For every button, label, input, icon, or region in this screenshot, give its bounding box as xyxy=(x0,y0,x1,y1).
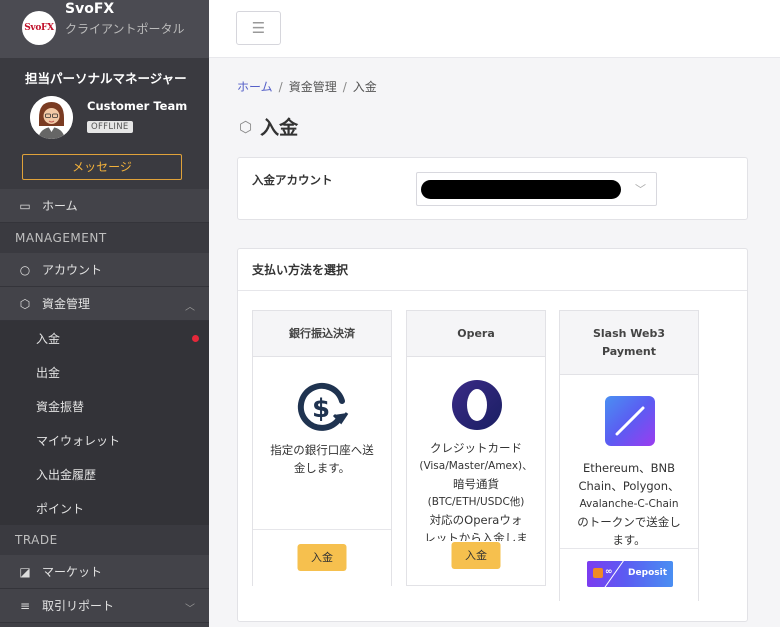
sidebar-subitem-points[interactable]: ポイント xyxy=(0,491,209,525)
desc-line: Chain、Polygon、 xyxy=(578,479,680,493)
sidebar-subitem-label: ポイント xyxy=(36,501,85,516)
report-icon: ≡ xyxy=(19,598,31,613)
sidebar-subitem-label: 出金 xyxy=(36,365,61,380)
desc-line: (BTC/ETH/USDC他) xyxy=(427,496,525,508)
method-footer: ∞ Deposit xyxy=(560,548,698,601)
method-footer: 入金 xyxy=(407,529,545,586)
monitor-icon: ▭ xyxy=(19,198,31,213)
method-card-bank[interactable]: 銀行振込決済 $ 指定の銀行口座へ送 金します。 入金 xyxy=(252,310,392,586)
redacted-account-value xyxy=(421,180,621,199)
account-label: 入金アカウント xyxy=(252,173,333,187)
refresh-icon: ○ xyxy=(19,262,31,277)
sidebar: SvoFX SvoFX クライアントポータル 担当パーソナルマネージャー Cus… xyxy=(0,0,209,627)
method-card-slash[interactable]: Slash Web3 Payment Ethereum、BNB Chain、Po… xyxy=(559,310,699,601)
payment-card: 支払い方法を選択 銀行振込決済 $ 指定の銀行口座へ送 金します。 入金 Ope… xyxy=(237,248,748,622)
hamburger-icon: ☰ xyxy=(251,19,266,37)
slash-deposit-button[interactable]: ∞ Deposit xyxy=(587,561,673,587)
active-indicator-dot xyxy=(192,335,199,342)
desc-line: 暗号通貨 xyxy=(453,477,499,491)
desc-line: Avalanche-C-Chain xyxy=(579,498,679,510)
payment-heading: 支払い方法を選択 xyxy=(238,249,747,291)
desc-line: ます。 xyxy=(612,533,646,547)
title-line: Slash Web3 xyxy=(592,326,666,340)
desc-line: のトークンで送金し xyxy=(577,515,681,529)
desc-line: Ethereum、BNB xyxy=(582,461,676,475)
brand-subtitle: クライアントポータル xyxy=(65,22,185,36)
svg-text:$: $ xyxy=(312,394,330,424)
breadcrumb: ホーム / 資金管理 / 入金 xyxy=(237,78,377,95)
menu-toggle-button[interactable]: ☰ xyxy=(236,11,281,45)
sidebar-item-home[interactable]: ▭ ホーム xyxy=(0,189,209,223)
method-title: 銀行振込決済 xyxy=(253,311,391,357)
sidebar-item-label: マーケット xyxy=(42,565,103,579)
sidebar-subitem-label: マイウォレット xyxy=(36,433,121,448)
method-title: Slash Web3 Payment xyxy=(560,311,698,375)
breadcrumb-home[interactable]: ホーム xyxy=(237,80,273,94)
message-button[interactable]: メッセージ xyxy=(22,154,182,180)
breadcrumb-separator: / xyxy=(278,80,283,94)
sidebar-item-label: ホーム xyxy=(42,199,78,213)
desc-line: 金します。 xyxy=(293,461,351,475)
sidebar-subitem-wallet[interactable]: マイウォレット xyxy=(0,423,209,457)
sidebar-subitem-withdraw[interactable]: 出金 xyxy=(0,355,209,389)
deposit-button[interactable]: 入金 xyxy=(297,544,347,571)
top-bar: ☰ xyxy=(209,0,780,58)
sidebar-subitem-label: 資金振替 xyxy=(36,399,85,414)
avatar xyxy=(30,96,73,139)
sidebar-subitem-transfer[interactable]: 資金振替 xyxy=(0,389,209,423)
slash-logo-icon xyxy=(560,375,698,446)
brand-header[interactable]: SvoFX SvoFX クライアントポータル xyxy=(0,0,209,58)
account-card: 入金アカウント ﹀ xyxy=(237,157,748,220)
sidebar-item-account[interactable]: ○ アカウント xyxy=(0,253,209,287)
sidebar-subitem-label: 入金 xyxy=(36,331,61,346)
deposit-label: Deposit xyxy=(628,568,667,578)
sidebar-item-label: 資金管理 xyxy=(42,297,91,311)
bank-dollar-icon: $ xyxy=(253,357,391,431)
cube-icon: ⬡ xyxy=(19,296,31,311)
method-description: クレジットカード (Visa/Master/Amex)、 暗号通貨 (BTC/E… xyxy=(407,439,545,541)
sidebar-subitem-deposit[interactable]: 入金 xyxy=(0,321,209,355)
brand-name: SvoFX xyxy=(65,1,115,17)
desc-line: クレジットカード xyxy=(430,441,522,455)
wallet-icon xyxy=(593,568,603,578)
opera-icon xyxy=(407,357,545,431)
method-card-opera[interactable]: Opera クレジットカード (Visa/Master/Amex)、 暗号通貨 … xyxy=(406,310,546,586)
manager-name: Customer Team xyxy=(87,99,188,113)
chevron-down-icon: ﹀ xyxy=(635,183,646,196)
sidebar-item-label: アカウント xyxy=(42,263,103,277)
cube-icon: ⬡ xyxy=(239,117,253,136)
method-description: Ethereum、BNB Chain、Polygon、 Avalanche-C-… xyxy=(560,459,698,549)
status-badge: OFFLINE xyxy=(87,121,133,133)
section-trade: TRADE xyxy=(0,525,209,555)
chevron-down-icon: ﹀ xyxy=(185,604,195,615)
sidebar-item-report[interactable]: ≡ 取引リポート ﹀ xyxy=(0,589,209,623)
breadcrumb-current: 入金 xyxy=(352,80,377,94)
brand-logo: SvoFX xyxy=(22,11,56,45)
account-select[interactable]: ﹀ xyxy=(416,172,657,206)
chevron-up-icon: ︿ xyxy=(185,302,195,313)
title-line: Payment xyxy=(601,344,657,358)
sidebar-item-label: 取引リポート xyxy=(42,599,115,613)
desc-line: 対応のOperaウォ xyxy=(429,513,523,527)
breadcrumb-funds[interactable]: 資金管理 xyxy=(289,80,337,94)
deposit-button[interactable]: 入金 xyxy=(451,542,501,569)
page-title-text: 入金 xyxy=(260,117,299,139)
method-description: 指定の銀行口座へ送 金します。 xyxy=(253,441,391,477)
section-management: MANAGEMENT xyxy=(0,223,209,253)
breadcrumb-separator: / xyxy=(342,80,347,94)
sidebar-item-market[interactable]: ◪ マーケット xyxy=(0,555,209,589)
desc-line: 指定の銀行口座へ送 xyxy=(270,443,374,457)
method-footer: 入金 xyxy=(253,529,391,586)
method-title: Opera xyxy=(407,311,545,357)
manager-title: 担当パーソナルマネージャー xyxy=(25,71,187,86)
sidebar-subitem-label: 入出金履歴 xyxy=(36,467,97,482)
manager-panel: 担当パーソナルマネージャー Customer Team OFFLINE メッセー… xyxy=(0,58,209,189)
chart-icon: ◪ xyxy=(19,564,31,579)
sidebar-item-funds[interactable]: ⬡ 資金管理 ︿ xyxy=(0,287,209,321)
page-title: ⬡ 入金 xyxy=(239,113,298,140)
desc-line: (Visa/Master/Amex)、 xyxy=(419,460,533,472)
sidebar-subitem-history[interactable]: 入出金履歴 xyxy=(0,457,209,491)
